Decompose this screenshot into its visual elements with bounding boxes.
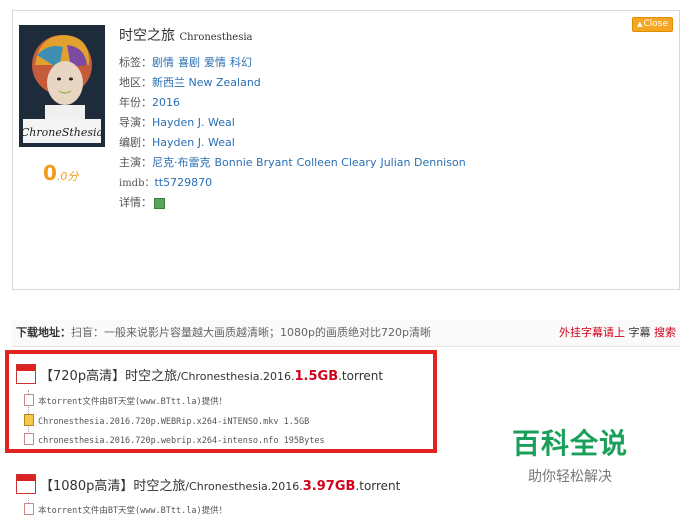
close-label: Close bbox=[643, 19, 668, 29]
file-name: chronesthesia.2016.720p.webrip.x264-inte… bbox=[38, 436, 325, 446]
movie-info: 时空之旅 Chronesthesia 标签：剧情 喜剧 爱情 科幻 地区：新西兰 Ne… bbox=[119, 25, 470, 213]
year-row: 年份：2016 bbox=[119, 93, 470, 113]
tag-link[interactable]: 科幻 bbox=[230, 56, 252, 69]
file-item: Chronesthesia.2016.720p.WEBRip.x264-iNTE… bbox=[24, 414, 309, 427]
file-item: 本torrent文件由BT天堂(www.BTtt.la)提供！ bbox=[24, 503, 227, 516]
watermark: 百科全说 助你轻松解决 bbox=[512, 422, 628, 486]
poster-image: ChroneSthesia bbox=[19, 25, 105, 147]
movie-poster[interactable]: ChroneSthesia bbox=[19, 25, 105, 147]
file-item: 本torrent文件由BT天堂(www.BTtt.la)提供！ bbox=[24, 394, 227, 407]
cast-link[interactable]: Bonnie Bryant bbox=[215, 156, 293, 169]
director-row: 导演：Hayden J. Weal bbox=[119, 113, 470, 133]
torrent-size: 3.97GB bbox=[302, 479, 356, 494]
text-file-icon bbox=[24, 394, 34, 406]
file-name: 本torrent文件由BT天堂(www.BTtt.la)提供！ bbox=[38, 397, 228, 407]
imdb-link[interactable]: tt5729870 bbox=[154, 176, 212, 189]
torrent-prefix: 【720p高清】时空之旅 bbox=[40, 369, 178, 384]
title-cn: 时空之旅 bbox=[119, 28, 175, 44]
imdb-row: imdb：tt5729870 bbox=[119, 173, 470, 193]
cast-row: 主演：尼克·布雷克 Bonnie Bryant Colleen Cleary Juli… bbox=[119, 153, 470, 173]
torrent-name: /Chronesthesia.2016. bbox=[177, 370, 295, 383]
torrent-ext: .torrent bbox=[338, 369, 384, 383]
subtitle-word: 字幕 bbox=[628, 326, 651, 339]
region-link[interactable]: 新西兰 New Zealand bbox=[152, 76, 261, 89]
torrent-ext: .torrent bbox=[355, 479, 401, 493]
torrent-name: /Chronesthesia.2016. bbox=[185, 480, 303, 493]
download-desc: 扫盲：一般来说影片容量越大画质越清晰；1080p的画质绝对比720p清晰 bbox=[71, 326, 431, 339]
torrent-link[interactable]: 【720p高清】时空之旅/Chronesthesia.2016.1.5GB.to… bbox=[16, 364, 383, 384]
rating-score: 0.0分 bbox=[43, 161, 78, 185]
tags-row: 标签：剧情 喜剧 爱情 科幻 bbox=[119, 53, 470, 73]
triangle-up-icon: ▲ bbox=[637, 20, 643, 28]
score-unit: .0分 bbox=[56, 170, 79, 183]
file-name: Chronesthesia.2016.720p.WEBRip.x264-iNTE… bbox=[38, 417, 310, 427]
region-label: 地区： bbox=[119, 76, 152, 89]
download-header: 下载地址：扫盲：一般来说影片容量越大画质越清晰；1080p的画质绝对比720p清… bbox=[12, 320, 680, 347]
year-link[interactable]: 2016 bbox=[152, 96, 180, 109]
imdb-label: imdb： bbox=[119, 178, 155, 189]
torrent-size: 1.5GB bbox=[294, 369, 339, 384]
file-item: chronesthesia.2016.720p.webrip.x264-inte… bbox=[24, 433, 325, 446]
search-link[interactable]: 搜索 bbox=[654, 326, 676, 339]
tag-link[interactable]: 爱情 bbox=[204, 56, 226, 69]
text-file-icon bbox=[24, 503, 34, 515]
title-en: Chronesthesia bbox=[179, 32, 253, 43]
text-file-icon bbox=[24, 433, 34, 445]
subtitle-links: 外挂字幕请上 字幕 搜索 bbox=[559, 320, 676, 346]
director-label: 导演： bbox=[119, 116, 152, 129]
writer-row: 编剧：Hayden J. Weal bbox=[119, 133, 470, 153]
subtitle-link[interactable]: 外挂字幕请上 bbox=[559, 326, 625, 339]
score-value: 0 bbox=[43, 161, 57, 185]
watermark-sub: 助你轻松解决 bbox=[528, 469, 612, 485]
detail-label: 详情： bbox=[119, 196, 152, 209]
writer-link[interactable]: Hayden J. Weal bbox=[152, 136, 235, 149]
movie-card: ▲Close ChroneSthesia 0.0分 时空之旅 Chronesth… bbox=[12, 10, 680, 290]
watermark-main: 百科全说 bbox=[512, 427, 629, 460]
year-label: 年份： bbox=[119, 96, 152, 109]
download-title: 下载地址： bbox=[16, 326, 71, 339]
writer-label: 编剧： bbox=[119, 136, 152, 149]
tag-link[interactable]: 喜剧 bbox=[178, 56, 200, 69]
cast-link[interactable]: Julian Dennison bbox=[380, 156, 465, 169]
video-file-icon bbox=[24, 414, 34, 426]
cast-label: 主演： bbox=[119, 156, 152, 169]
file-name: 本torrent文件由BT天堂(www.BTtt.la)提供！ bbox=[38, 506, 228, 516]
director-link[interactable]: Hayden J. Weal bbox=[152, 116, 235, 129]
detail-icon[interactable] bbox=[154, 197, 165, 209]
tags-label: 标签： bbox=[119, 56, 152, 69]
region-row: 地区：新西兰 New Zealand bbox=[119, 73, 470, 93]
close-button[interactable]: ▲Close bbox=[632, 17, 673, 32]
poster-title-text: ChroneSthesia bbox=[21, 126, 103, 139]
movie-title: 时空之旅 Chronesthesia bbox=[119, 25, 470, 45]
tag-link[interactable]: 剧情 bbox=[152, 56, 174, 69]
torrent-prefix: 【1080p高清】时空之旅 bbox=[40, 479, 186, 494]
torrent-item-1080p[interactable]: 【1080p高清】时空之旅/Chronesthesia.2016.3.97GB.… bbox=[16, 474, 400, 494]
cast-link[interactable]: Colleen Cleary bbox=[297, 156, 377, 169]
bt-icon bbox=[16, 364, 36, 384]
detail-row: 详情： bbox=[119, 193, 470, 213]
torrent-item-720p[interactable]: 【720p高清】时空之旅/Chronesthesia.2016.1.5GB.to… bbox=[16, 364, 383, 384]
torrent-link[interactable]: 【1080p高清】时空之旅/Chronesthesia.2016.3.97GB.… bbox=[16, 474, 400, 494]
bt-icon bbox=[16, 474, 36, 494]
cast-link[interactable]: 尼克·布雷克 bbox=[152, 156, 211, 169]
